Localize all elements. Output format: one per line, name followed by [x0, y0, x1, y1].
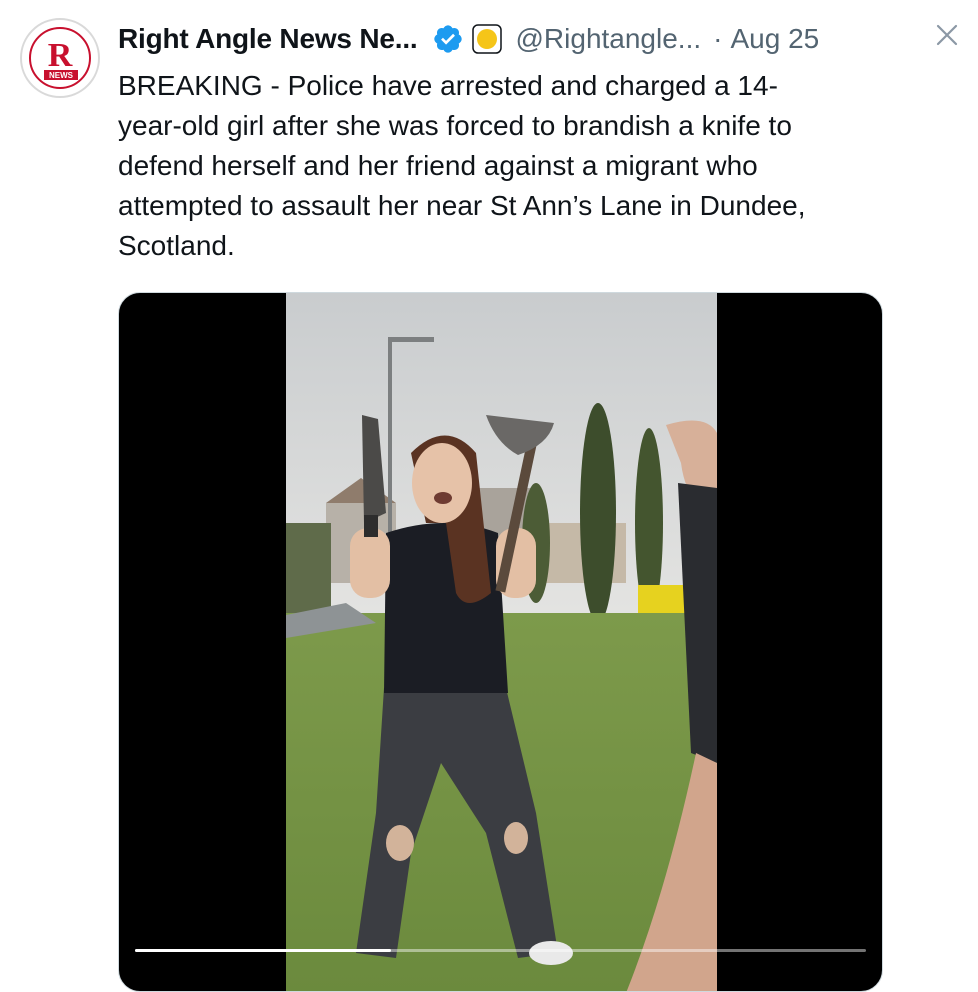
video-still-image — [286, 293, 717, 991]
tweet-text: BREAKING - Police have arrested and char… — [118, 70, 806, 261]
author-display-name[interactable]: Right Angle News Ne... — [118, 23, 418, 55]
avatar-logo-word: NEWS — [49, 71, 74, 80]
video-frame[interactable] — [286, 293, 717, 991]
video-progress-bar[interactable] — [135, 949, 866, 952]
tweet-header: Right Angle News Ne... @Rightangle... · … — [118, 18, 819, 60]
verified-badge-icon[interactable] — [432, 23, 464, 55]
right-angle-news-logo: R NEWS — [24, 22, 96, 94]
separator-dot: · — [713, 23, 723, 54]
author-avatar[interactable]: R NEWS — [20, 18, 100, 98]
tweet-video[interactable] — [118, 292, 883, 992]
affiliate-badge-icon[interactable] — [471, 24, 502, 54]
avatar-logo-letter: R — [48, 37, 73, 74]
tweet-date[interactable]: Aug 25 — [730, 23, 819, 55]
author-handle[interactable]: @Rightangle... — [516, 23, 702, 55]
close-icon[interactable] — [934, 22, 960, 48]
video-progress-fill — [135, 949, 391, 952]
